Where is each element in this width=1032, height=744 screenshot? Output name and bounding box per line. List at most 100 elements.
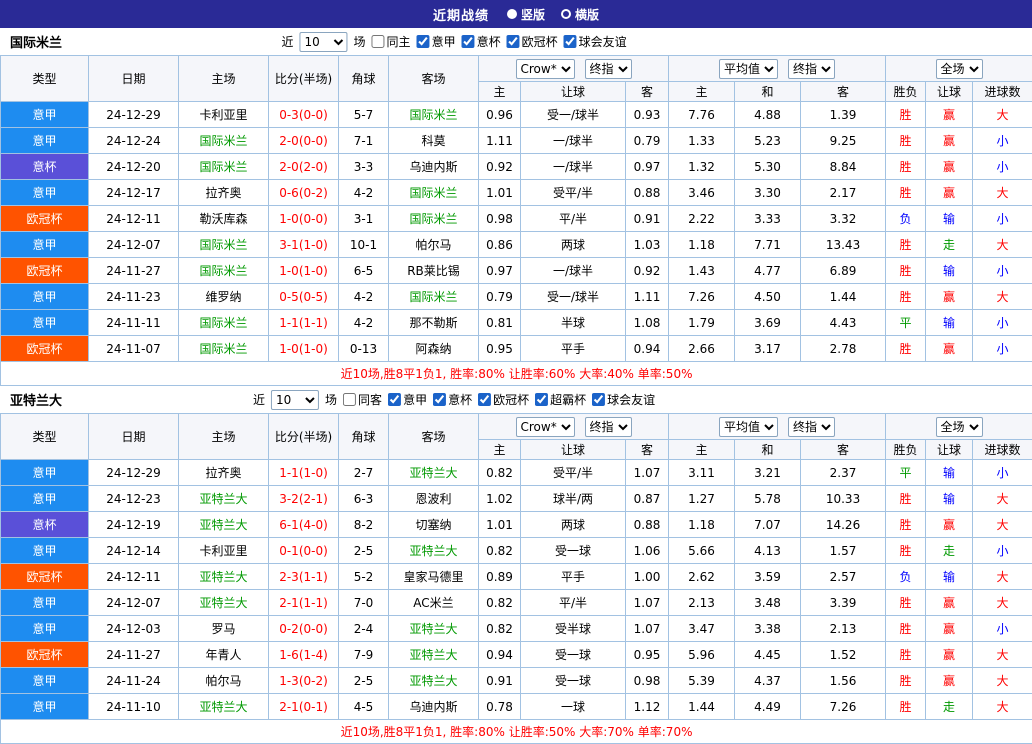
avg-draw: 3.69 [735,310,801,336]
away-team[interactable]: 亚特兰大 [389,668,479,694]
home-team[interactable]: 国际米兰 [179,310,269,336]
score[interactable]: 2-1(0-1) [269,694,339,720]
filter-checkbox[interactable] [388,393,401,406]
home-team[interactable]: 帕尔马 [179,668,269,694]
score[interactable]: 0-3(0-0) [269,102,339,128]
filter-check-同客[interactable]: 同客 [339,391,382,408]
away-team[interactable]: 亚特兰大 [389,616,479,642]
filter-checkbox[interactable] [478,393,491,406]
home-team[interactable]: 维罗纳 [179,284,269,310]
away-team[interactable]: AC米兰 [389,590,479,616]
avg-source-select[interactable]: 平均值 [719,417,778,437]
home-team[interactable]: 国际米兰 [179,258,269,284]
filter-check-同主[interactable]: 同主 [368,33,411,50]
score[interactable]: 3-2(2-1) [269,486,339,512]
filter-check-意甲[interactable]: 意甲 [384,391,427,408]
away-team[interactable]: 皇家马德里 [389,564,479,590]
avg-stage-select[interactable]: 终指 [788,417,835,437]
filter-check-意甲[interactable]: 意甲 [413,33,456,50]
score[interactable]: 2-0(2-0) [269,154,339,180]
score[interactable]: 1-6(1-4) [269,642,339,668]
recent-count-select[interactable]: 10 [271,390,319,410]
away-team[interactable]: 国际米兰 [389,206,479,232]
home-team[interactable]: 国际米兰 [179,336,269,362]
away-team[interactable]: 国际米兰 [389,284,479,310]
filter-check-超霸杯[interactable]: 超霸杯 [531,391,586,408]
away-team[interactable]: 国际米兰 [389,102,479,128]
filter-check-球会友谊[interactable]: 球会友谊 [588,391,655,408]
filter-checkbox[interactable] [343,393,356,406]
home-team[interactable]: 国际米兰 [179,128,269,154]
recent-count-select[interactable]: 10 [300,32,348,52]
filter-checkbox[interactable] [433,393,446,406]
match-row: 意甲24-11-10亚特兰大2-1(0-1)4-5乌迪内斯0.78一球1.121… [1,694,1032,720]
away-team[interactable]: 乌迪内斯 [389,694,479,720]
away-team[interactable]: 亚特兰大 [389,460,479,486]
filter-check-意杯[interactable]: 意杯 [429,391,472,408]
filter-check-球会友谊[interactable]: 球会友谊 [560,33,627,50]
corners: 0-13 [339,336,389,362]
score[interactable]: 0-5(0-5) [269,284,339,310]
scope-select[interactable]: 全场 [936,417,983,437]
home-team[interactable]: 亚特兰大 [179,512,269,538]
away-team[interactable]: 阿森纳 [389,336,479,362]
score[interactable]: 1-1(1-1) [269,310,339,336]
score[interactable]: 2-3(1-1) [269,564,339,590]
away-team[interactable]: RB莱比锡 [389,258,479,284]
away-team[interactable]: 科莫 [389,128,479,154]
filter-checkbox[interactable] [564,35,577,48]
home-team[interactable]: 卡利亚里 [179,102,269,128]
layout-option-horizontal[interactable]: 横版 [561,6,599,23]
home-team[interactable]: 亚特兰大 [179,694,269,720]
away-team[interactable]: 亚特兰大 [389,538,479,564]
filter-check-欧冠杯[interactable]: 欧冠杯 [503,33,558,50]
filter-checkbox[interactable] [507,35,520,48]
filter-checkbox[interactable] [462,35,475,48]
home-team[interactable]: 卡利亚里 [179,538,269,564]
score[interactable]: 0-6(0-2) [269,180,339,206]
away-team[interactable]: 亚特兰大 [389,642,479,668]
away-team[interactable]: 乌迪内斯 [389,154,479,180]
home-team[interactable]: 勒沃库森 [179,206,269,232]
score[interactable]: 6-1(4-0) [269,512,339,538]
odds-stage-select[interactable]: 终指 [585,417,632,437]
home-team[interactable]: 亚特兰大 [179,564,269,590]
odds-source-select[interactable]: Crow* [516,59,575,79]
avg-source-select[interactable]: 平均值 [719,59,778,79]
avg-stage-select[interactable]: 终指 [788,59,835,79]
score[interactable]: 1-3(0-2) [269,668,339,694]
score[interactable]: 2-1(1-1) [269,590,339,616]
home-team[interactable]: 拉齐奥 [179,460,269,486]
away-team[interactable]: 国际米兰 [389,180,479,206]
home-team[interactable]: 罗马 [179,616,269,642]
scope-select[interactable]: 全场 [936,59,983,79]
layout-option-vertical[interactable]: 竖版 [507,6,545,23]
away-team[interactable]: 那不勒斯 [389,310,479,336]
score[interactable]: 3-1(1-0) [269,232,339,258]
filter-checkbox[interactable] [592,393,605,406]
avg-home: 5.96 [669,642,735,668]
filter-checkbox[interactable] [535,393,548,406]
score[interactable]: 0-1(0-0) [269,538,339,564]
score[interactable]: 1-1(1-0) [269,460,339,486]
home-team[interactable]: 国际米兰 [179,232,269,258]
score[interactable]: 1-0(1-0) [269,258,339,284]
score[interactable]: 0-2(0-0) [269,616,339,642]
score[interactable]: 1-0(0-0) [269,206,339,232]
away-team[interactable]: 恩波利 [389,486,479,512]
home-team[interactable]: 亚特兰大 [179,590,269,616]
home-team[interactable]: 年青人 [179,642,269,668]
score[interactable]: 1-0(1-0) [269,336,339,362]
odds-source-select[interactable]: Crow* [516,417,575,437]
away-team[interactable]: 帕尔马 [389,232,479,258]
away-team[interactable]: 切塞纳 [389,512,479,538]
odds-stage-select[interactable]: 终指 [585,59,632,79]
home-team[interactable]: 国际米兰 [179,154,269,180]
filter-checkbox[interactable] [417,35,430,48]
filter-checkbox[interactable] [372,35,385,48]
home-team[interactable]: 亚特兰大 [179,486,269,512]
filter-check-意杯[interactable]: 意杯 [458,33,501,50]
score[interactable]: 2-0(0-0) [269,128,339,154]
filter-check-欧冠杯[interactable]: 欧冠杯 [474,391,529,408]
home-team[interactable]: 拉齐奥 [179,180,269,206]
